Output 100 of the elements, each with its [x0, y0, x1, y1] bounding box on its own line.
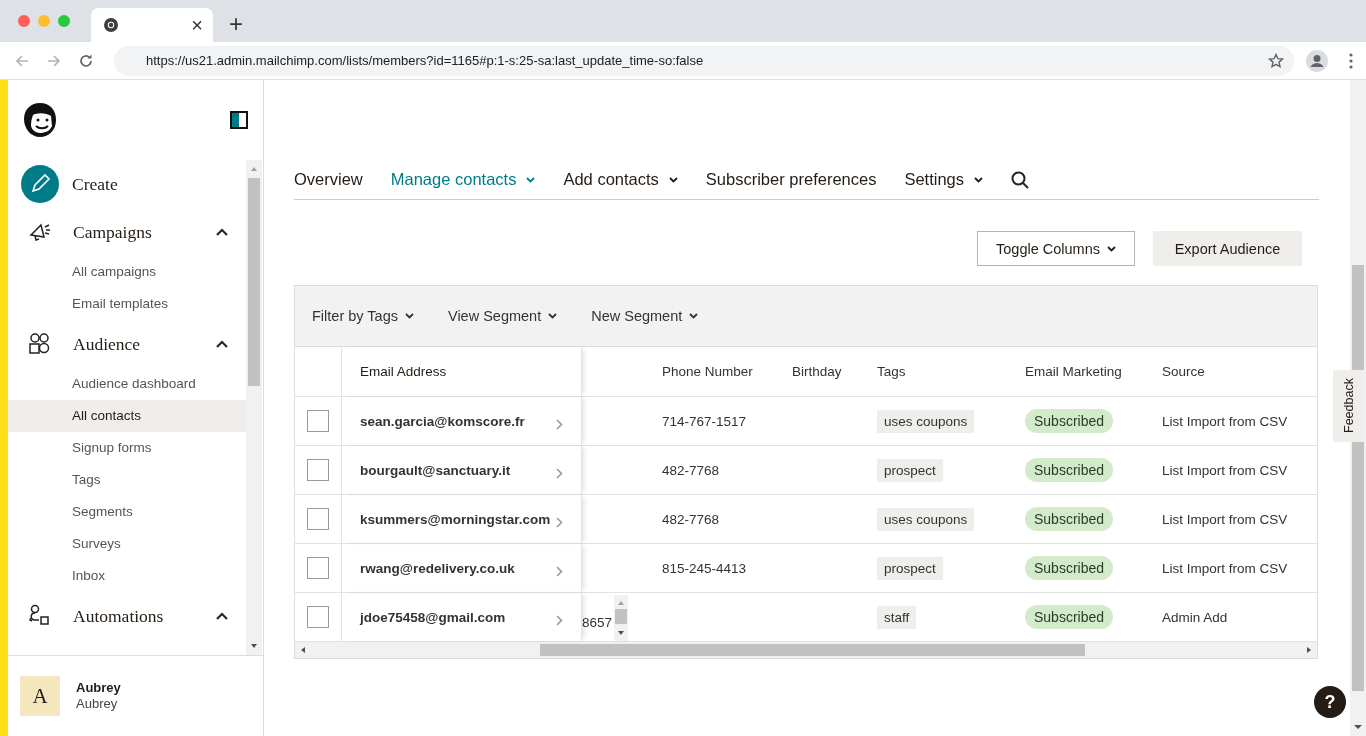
column-header[interactable]: Email Marketing [1025, 364, 1122, 379]
section-icon [28, 604, 52, 628]
chevron-up-icon[interactable] [216, 228, 228, 236]
table-cell: List Import from CSV [1162, 560, 1288, 576]
row-checkbox[interactable] [307, 410, 329, 432]
window-control-icon[interactable] [58, 15, 70, 27]
nav-section[interactable]: Automations [73, 605, 216, 627]
chevron-right-icon[interactable] [556, 418, 563, 430]
nav-subitem[interactable]: Email templates [8, 288, 246, 320]
panel-toggle-icon[interactable] [230, 111, 248, 129]
email-link[interactable]: rwang@redelivery.co.uk [360, 560, 515, 576]
nav-subitem[interactable]: Inbox [8, 560, 246, 592]
url-text: https://us21.admin.mailchimp.com/lists/members?id=1165#p:1-s:25-sa:last_update_time-so:false [146, 53, 704, 68]
nav-subitem[interactable]: All campaigns [8, 256, 246, 288]
new-tab-button[interactable]: + [229, 12, 243, 36]
nav-tab[interactable]: Add contacts [563, 170, 678, 189]
table-cell: Admin Add [1162, 609, 1228, 625]
chevron-right-icon[interactable] [556, 467, 563, 479]
browser-tab[interactable]: × [91, 8, 213, 42]
email-link[interactable]: sean.garcia@komscore.fr [360, 413, 525, 429]
forward-icon[interactable] [46, 52, 62, 69]
nav-item[interactable]: Create [72, 173, 246, 195]
chevron-up-icon[interactable] [216, 612, 228, 620]
table-cell: 714-767-1517 [662, 413, 747, 429]
pencil-icon [21, 165, 59, 203]
back-icon[interactable] [14, 52, 30, 69]
row-checkbox[interactable] [307, 459, 329, 481]
nav-tab[interactable]: Settings [904, 170, 984, 189]
reload-icon[interactable] [78, 52, 94, 69]
chevron-right-icon[interactable] [556, 516, 563, 528]
table-cell: 482-7768 [662, 511, 720, 527]
tag: uses coupons [877, 507, 975, 531]
scrollbar[interactable] [246, 160, 262, 655]
column-header[interactable]: Source [1162, 364, 1205, 379]
nav-subitem[interactable]: Segments [8, 496, 246, 528]
chevron-up-icon[interactable] [216, 340, 228, 348]
email-link[interactable]: bourgault@sanctuary.it [360, 462, 511, 478]
email-link[interactable]: ksummers@morningstar.com [360, 511, 551, 527]
help-button[interactable]: ? [1314, 686, 1346, 718]
nav-subitem[interactable]: All contacts [8, 400, 246, 432]
status-badge: Subscribed [1025, 409, 1114, 433]
cell-scrollbar[interactable] [614, 595, 628, 641]
section-icon [28, 332, 52, 356]
nav-section[interactable]: Campaigns [73, 221, 216, 243]
caret-icon [689, 313, 699, 319]
chevron-right-icon[interactable] [556, 614, 563, 626]
column-header[interactable]: Tags [877, 364, 906, 379]
caret-icon [404, 313, 414, 319]
tag: staff [877, 605, 917, 629]
user-name: Aubrey [76, 680, 121, 696]
table-cell: 815-245-4413 [662, 560, 747, 576]
window-control-icon[interactable] [18, 15, 30, 27]
nav-subitem[interactable]: Tags [8, 464, 246, 496]
nav-tab[interactable]: Subscriber preferences [705, 170, 877, 189]
row-checkbox[interactable] [307, 557, 329, 579]
filter-dropdown[interactable]: New Segment [591, 308, 699, 324]
nav-subitem[interactable]: Audience dashboard [8, 368, 246, 400]
close-tab-button[interactable]: × [191, 15, 203, 35]
nav-section[interactable]: Audience [73, 333, 216, 355]
email-link[interactable]: jdoe75458@gmail.com [360, 609, 506, 625]
status-badge: Subscribed [1025, 605, 1114, 629]
column-header[interactable]: Birthday [792, 364, 842, 379]
filter-dropdown[interactable]: View Segment [447, 308, 558, 324]
table-cell: List Import from CSV [1162, 511, 1288, 527]
avatar[interactable]: A [20, 676, 60, 716]
status-badge: Subscribed [1025, 507, 1114, 531]
table-cell: 482-7768 [662, 462, 720, 478]
profile-icon[interactable] [1306, 49, 1328, 72]
tag: prospect [877, 458, 943, 482]
table-cell: List Import from CSV [1162, 462, 1288, 478]
nav-subitem[interactable]: Surveys [8, 528, 246, 560]
row-checkbox[interactable] [307, 508, 329, 530]
column-header[interactable]: Phone Number [662, 364, 753, 379]
nav-tab[interactable]: Manage contacts [390, 170, 536, 189]
status-badge: Subscribed [1025, 556, 1114, 580]
row-checkbox[interactable] [307, 606, 329, 628]
nav-subitem[interactable]: Signup forms [8, 432, 246, 464]
feedback-tab[interactable]: Feedback [1333, 370, 1364, 442]
caret-icon [1107, 245, 1116, 252]
chrome-icon [103, 17, 119, 33]
chevron-right-icon[interactable] [556, 565, 563, 577]
toggle-columns-button[interactable]: Toggle Columns [977, 231, 1135, 266]
scrollbar[interactable] [295, 642, 1317, 658]
avatar-initial: A [32, 683, 48, 709]
tag: prospect [877, 556, 943, 580]
star-icon[interactable] [1268, 52, 1284, 69]
column-header[interactable]: Email Address [360, 364, 447, 379]
tag: uses coupons [877, 409, 975, 433]
status-badge: Subscribed [1025, 458, 1114, 482]
table-cell: List Import from CSV [1162, 413, 1288, 429]
nav-tab[interactable]: Overview [294, 170, 363, 189]
more-icon[interactable] [1348, 52, 1354, 69]
table-cell: 8657 [582, 615, 613, 630]
export-button[interactable]: Export Audience [1153, 231, 1302, 266]
filter-dropdown[interactable]: Filter by Tags [312, 308, 414, 324]
search-icon[interactable] [1011, 170, 1030, 189]
caret-icon [548, 313, 558, 319]
account-name: Aubrey [76, 696, 119, 712]
logo-icon [21, 101, 59, 139]
address-bar[interactable]: https://us21.admin.mailchimp.com/lists/members?id=1165#p:1-s:25-sa:last_update_time-so:false [114, 45, 1294, 76]
